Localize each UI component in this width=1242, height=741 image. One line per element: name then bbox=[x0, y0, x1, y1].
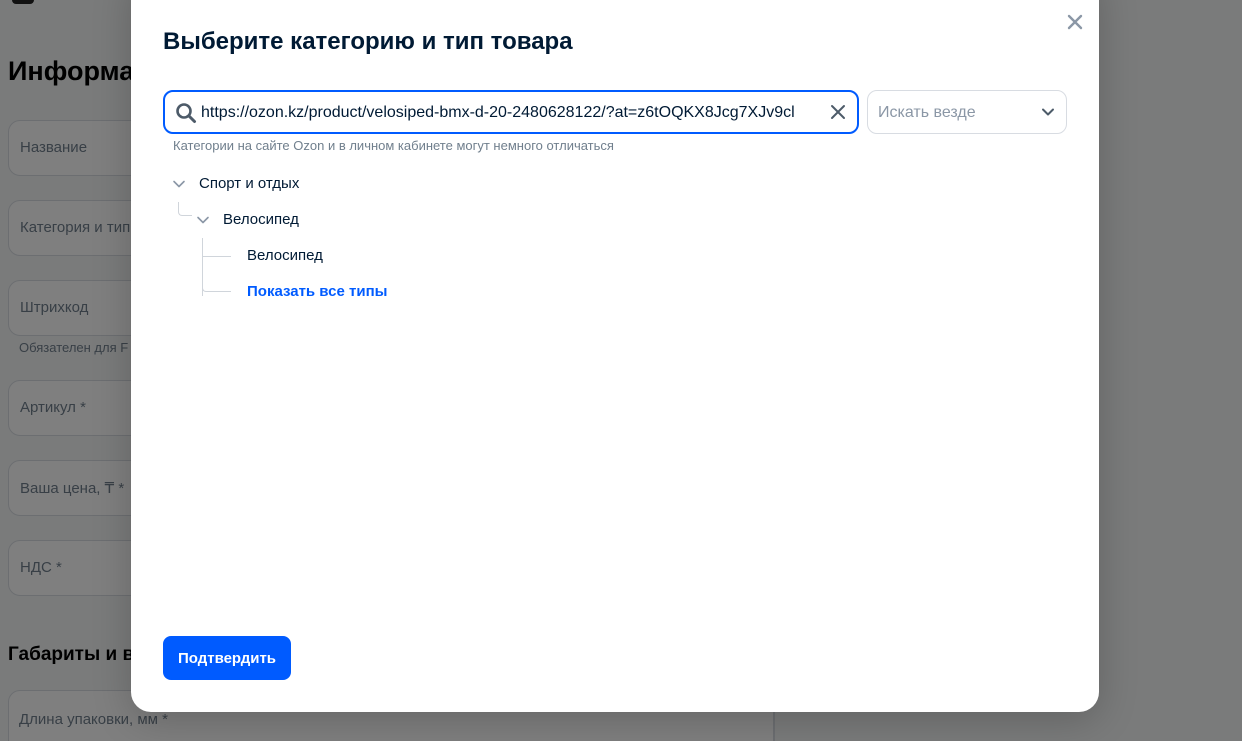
search-scope-value: Искать везде bbox=[878, 104, 976, 121]
confirm-button[interactable]: Подтвердить bbox=[163, 636, 291, 680]
close-icon[interactable] bbox=[1065, 12, 1085, 32]
search-input[interactable] bbox=[201, 102, 823, 124]
tree-item-bicycle-type[interactable]: Велосипед bbox=[247, 247, 323, 264]
tree-connector bbox=[178, 202, 192, 216]
chevron-down-icon[interactable] bbox=[172, 177, 186, 191]
tree-item-sport[interactable]: Спорт и отдых bbox=[199, 175, 299, 192]
show-all-types-link[interactable]: Показать все типы bbox=[247, 283, 387, 300]
clear-icon[interactable] bbox=[829, 103, 847, 121]
chevron-down-icon[interactable] bbox=[196, 213, 210, 227]
tree-connector bbox=[202, 280, 231, 292]
tree-connector bbox=[203, 256, 231, 257]
chevron-down-icon bbox=[1042, 108, 1054, 116]
search-box[interactable] bbox=[163, 90, 859, 134]
category-modal: Выберите категорию и тип товара Искать в… bbox=[131, 0, 1099, 712]
search-scope-select[interactable]: Искать везде bbox=[867, 90, 1067, 134]
search-icon bbox=[176, 103, 196, 123]
category-hint: Категории на сайте Ozon и в личном кабин… bbox=[173, 138, 614, 153]
tree-item-bicycle-category[interactable]: Велосипед bbox=[223, 211, 299, 228]
modal-title: Выберите категорию и тип товара bbox=[163, 28, 573, 55]
